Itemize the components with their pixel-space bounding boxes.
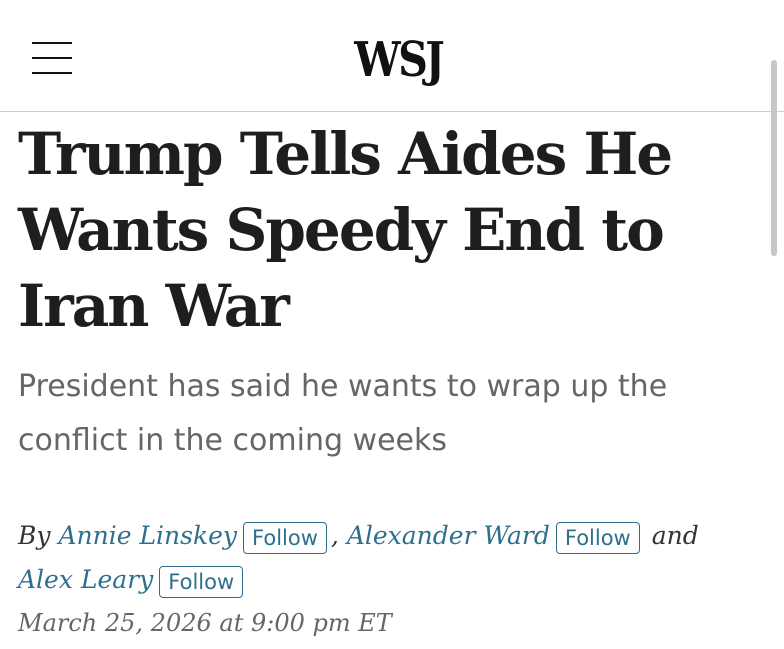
author-link[interactable]: Annie Linskey bbox=[58, 521, 237, 550]
menu-line bbox=[32, 57, 72, 59]
article-dek: President has said he wants to wrap up t… bbox=[18, 369, 668, 458]
byline: By Annie Linskey Follow, Alexander Ward Fo… bbox=[18, 514, 768, 602]
article-headline: Trump Tells Aides He Wants Speedy End to… bbox=[18, 120, 673, 340]
follow-button[interactable]: Follow bbox=[243, 521, 327, 554]
publish-date: March 25, 2026 at 9:00 pm ET bbox=[18, 609, 392, 637]
byline-separator: , bbox=[330, 521, 339, 550]
author-link[interactable]: Alex Leary bbox=[18, 565, 153, 594]
menu-line bbox=[32, 72, 72, 74]
wsj-logo[interactable]: WSJ bbox=[354, 30, 445, 90]
author-link[interactable]: Alexander Ward bbox=[347, 521, 550, 550]
follow-button[interactable]: Follow bbox=[555, 521, 640, 554]
scrollbar[interactable] bbox=[771, 60, 777, 256]
byline-prefix: By bbox=[18, 521, 51, 550]
hamburger-menu-icon[interactable] bbox=[32, 42, 74, 74]
follow-button[interactable]: Follow bbox=[159, 565, 244, 598]
menu-line bbox=[32, 42, 72, 44]
byline-conjunction: and bbox=[651, 521, 699, 550]
top-navigation-bar: WSJ bbox=[0, 0, 784, 112]
